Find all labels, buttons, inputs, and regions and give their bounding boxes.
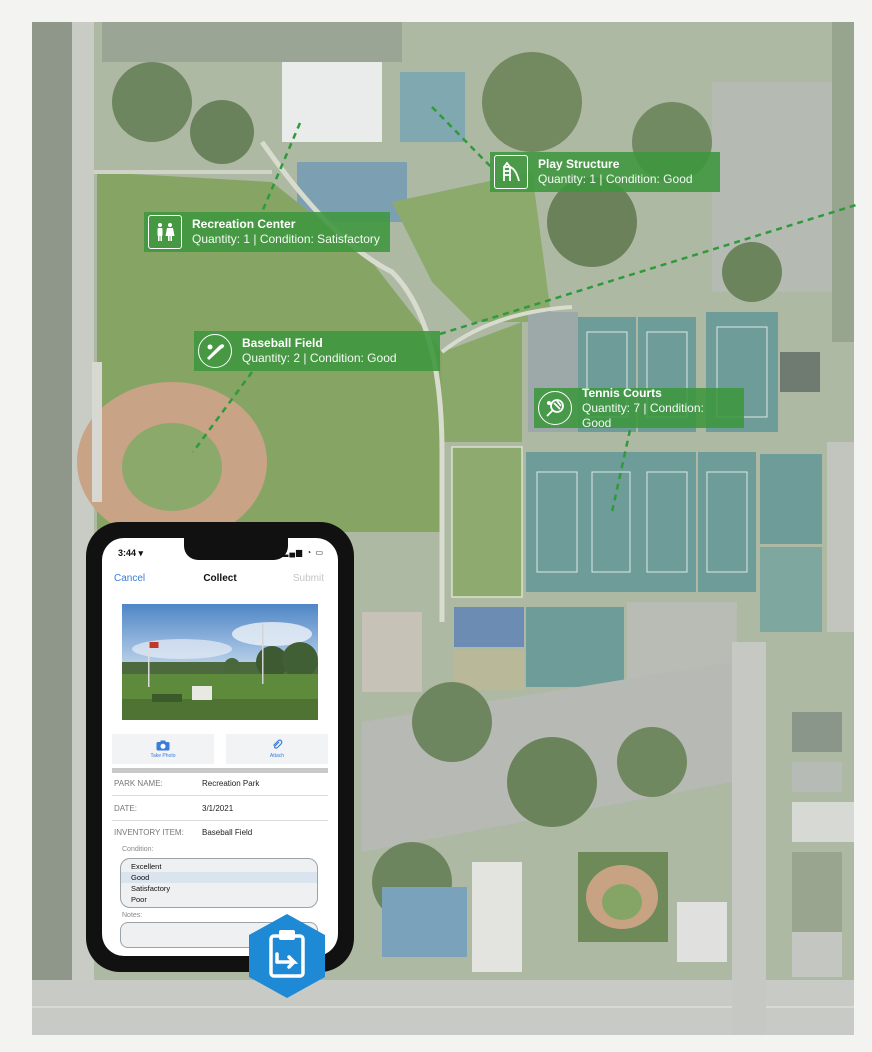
callout-tennis-courts[interactable]: Tennis Courts Quantity: 7 | Condition: G… <box>534 385 744 430</box>
slide-icon <box>494 155 528 189</box>
condition-option-selected[interactable]: Good <box>121 872 317 883</box>
callout-title: Tennis Courts <box>582 385 662 400</box>
callout-recreation-center[interactable]: Recreation Center Quantity: 1 | Conditio… <box>144 212 390 252</box>
callout-title: Play Structure <box>538 157 620 171</box>
date-value[interactable]: 3/1/2021 <box>202 804 233 813</box>
condition-label: Condition: <box>122 846 154 853</box>
inventory-item-value[interactable]: Baseball Field <box>202 828 252 837</box>
park-photo[interactable] <box>122 604 318 720</box>
submit-button[interactable]: Submit <box>293 573 324 584</box>
inventory-item-label: INVENTORY ITEM: <box>114 828 184 837</box>
notes-label: Notes: <box>122 912 143 919</box>
callout-subtitle: Quantity: 1 | Condition: Satisfactory <box>192 232 380 246</box>
callout-baseball-field[interactable]: Baseball Field Quantity: 2 | Condition: … <box>194 331 440 371</box>
tennis-racket-icon <box>538 391 572 425</box>
restroom-icon <box>148 215 182 249</box>
take-photo-label: Take Photo <box>150 752 176 759</box>
condition-option[interactable]: Poor <box>131 894 313 905</box>
paperclip-icon <box>271 739 283 753</box>
status-icons: ▂▄▆ ◔ ▭ <box>282 548 324 557</box>
callout-title: Recreation Center <box>192 217 296 231</box>
page-frame: Recreation Center Quantity: 1 | Conditio… <box>0 0 872 1052</box>
park-name-label: PARK NAME: <box>114 779 163 788</box>
status-time: 3:44 ▾ <box>118 548 144 558</box>
condition-option[interactable]: Excellent <box>131 861 313 872</box>
attach-button[interactable]: Attach <box>226 734 328 764</box>
date-label: DATE: <box>114 804 137 813</box>
phone-screen: 3:44 ▾ ▂▄▆ ◔ ▭ Cancel Collect Submit Tak… <box>102 538 338 956</box>
callout-subtitle: Quantity: 7 | Condition: Good <box>582 400 704 430</box>
callout-play-structure[interactable]: Play Structure Quantity: 1 | Condition: … <box>490 152 720 192</box>
park-name-value[interactable]: Recreation Park <box>202 779 259 788</box>
nav-bar: Cancel Collect Submit <box>102 568 338 592</box>
phone-mockup: 3:44 ▾ ▂▄▆ ◔ ▭ Cancel Collect Submit Tak… <box>86 522 354 972</box>
callout-title: Baseball Field <box>242 336 323 350</box>
clipboard-collect-icon <box>246 912 328 1000</box>
inventory-item-row[interactable]: INVENTORY ITEM: Baseball Field <box>112 820 328 844</box>
camera-icon <box>156 740 170 753</box>
baseball-bat-icon <box>198 334 232 368</box>
callout-subtitle: Quantity: 2 | Condition: Good <box>242 351 397 365</box>
callout-subtitle: Quantity: 1 | Condition: Good <box>538 172 693 186</box>
phone-notch <box>184 538 288 560</box>
attachment-actions: Take Photo Attach <box>112 734 328 764</box>
date-row[interactable]: DATE: 3/1/2021 <box>112 796 328 821</box>
park-name-row[interactable]: PARK NAME: Recreation Park <box>112 771 328 796</box>
take-photo-button[interactable]: Take Photo <box>112 734 214 764</box>
condition-option[interactable]: Satisfactory <box>131 883 313 894</box>
attach-label: Attach <box>269 753 285 759</box>
condition-picker[interactable]: Excellent Good Satisfactory Poor <box>120 858 318 908</box>
